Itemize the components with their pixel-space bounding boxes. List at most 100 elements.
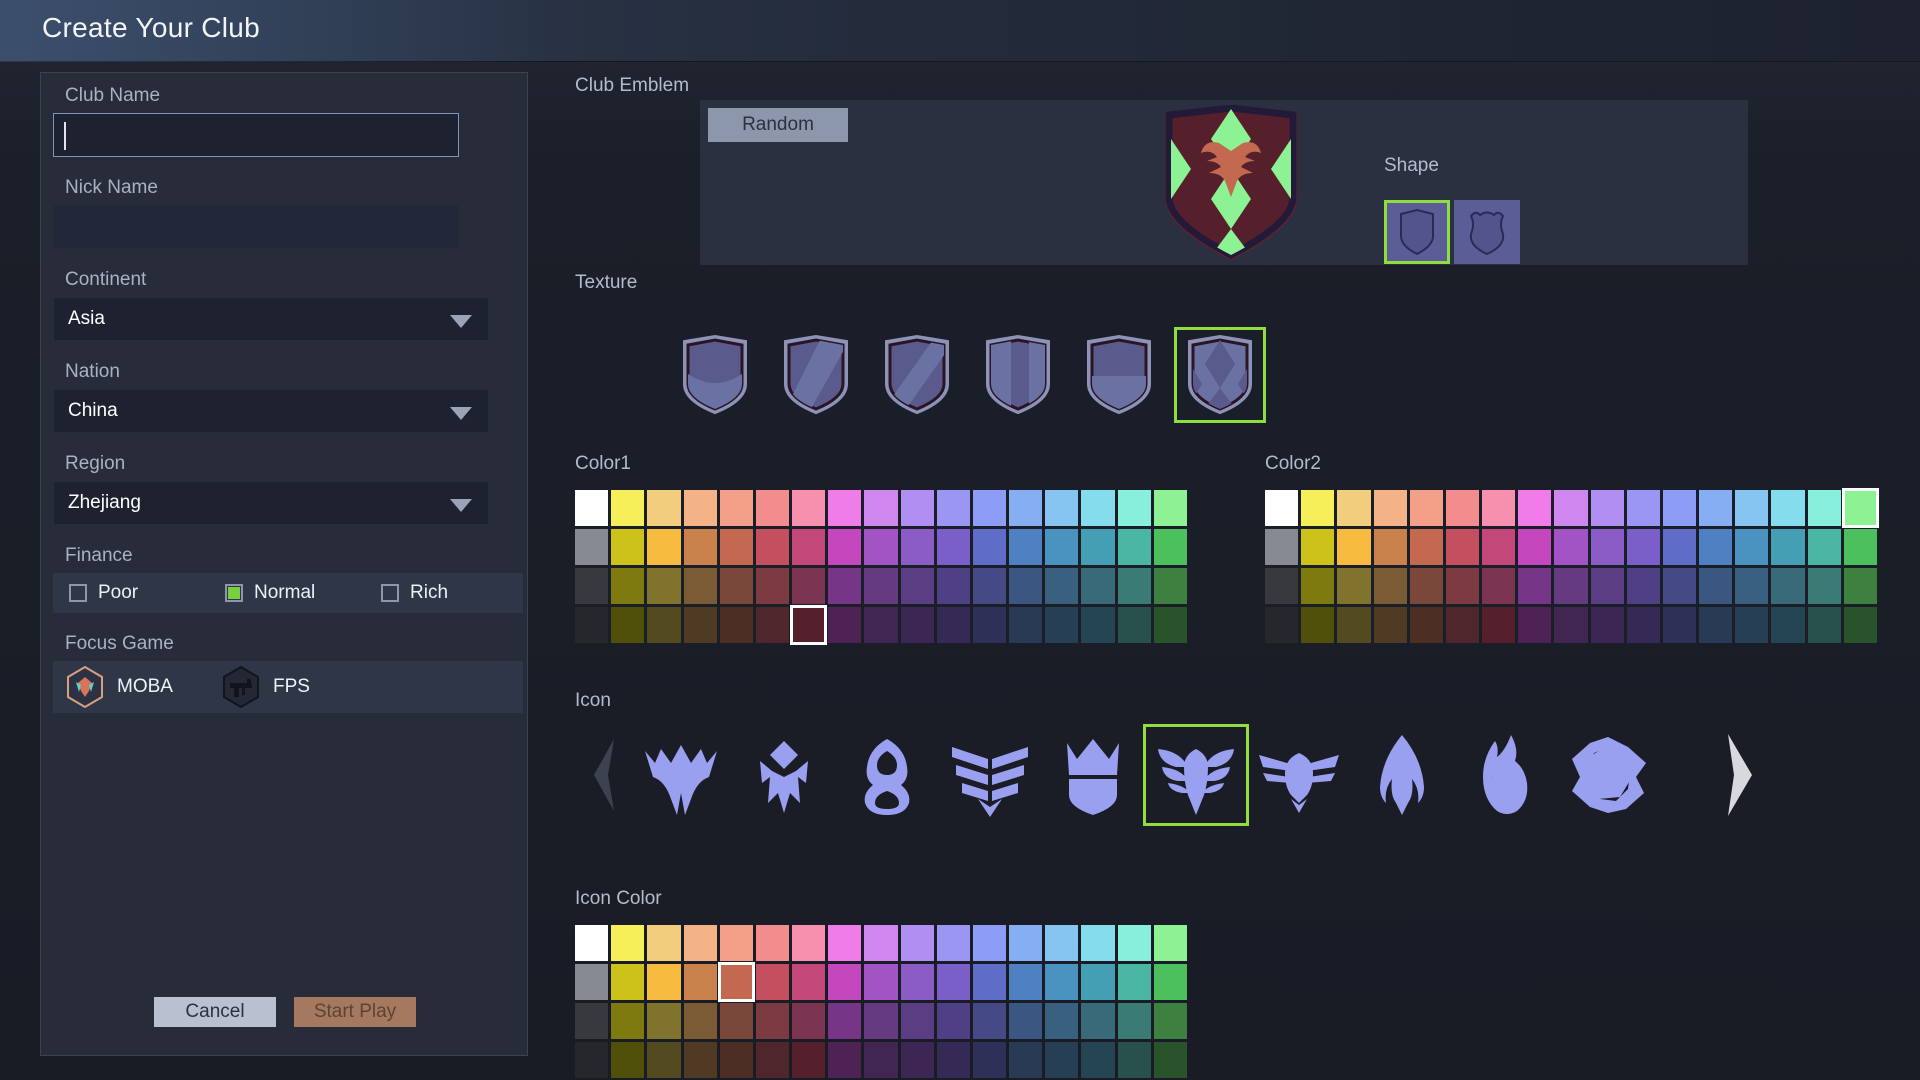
color2-swatch[interactable] [1591,568,1624,604]
start-play-button[interactable]: Start Play [294,997,416,1027]
color1-swatch[interactable] [575,607,608,643]
color2-swatch[interactable] [1410,490,1443,526]
icon-color-swatch[interactable] [575,1042,608,1078]
color2-swatch[interactable] [1337,490,1370,526]
icon-option-owl-wings-icon[interactable] [1249,727,1349,823]
color1-swatch[interactable] [647,568,680,604]
icon-color-swatch[interactable] [1045,1003,1078,1039]
color2-swatch[interactable] [1735,529,1768,565]
texture-option-horizontal-split[interactable] [1076,330,1162,420]
color2-swatch[interactable] [1265,607,1298,643]
color2-swatch[interactable] [1410,529,1443,565]
color2-swatch[interactable] [1699,529,1732,565]
icon-color-swatch[interactable] [901,1042,934,1078]
color1-swatch[interactable] [684,529,717,565]
icon-color-palette[interactable] [575,925,1187,1078]
icon-color-swatch[interactable] [1081,964,1114,1000]
color2-swatch[interactable] [1663,568,1696,604]
color1-swatch[interactable] [973,568,1006,604]
color2-swatch[interactable] [1265,568,1298,604]
color1-swatch[interactable] [720,568,753,604]
color1-swatch[interactable] [1154,529,1187,565]
color1-swatch[interactable] [792,607,825,643]
color1-palette[interactable] [575,490,1187,643]
texture-option-diagonal-thin[interactable] [874,330,960,420]
color1-swatch[interactable] [647,607,680,643]
icon-color-swatch[interactable] [575,925,608,961]
icon-color-swatch[interactable] [611,925,644,961]
color1-swatch[interactable] [937,607,970,643]
icon-color-swatch[interactable] [828,964,861,1000]
icon-color-swatch[interactable] [864,1042,897,1078]
color2-swatch[interactable] [1337,529,1370,565]
color1-swatch[interactable] [901,490,934,526]
icon-color-swatch[interactable] [647,964,680,1000]
color1-swatch[interactable] [1045,568,1078,604]
color1-swatch[interactable] [973,529,1006,565]
color1-swatch[interactable] [1009,529,1042,565]
color2-swatch[interactable] [1518,607,1551,643]
color2-swatch[interactable] [1482,490,1515,526]
icon-color-swatch[interactable] [611,1042,644,1078]
color1-swatch[interactable] [828,568,861,604]
icon-color-swatch[interactable] [937,925,970,961]
color2-swatch[interactable] [1808,568,1841,604]
club-name-input[interactable] [53,113,459,157]
color2-swatch[interactable] [1771,490,1804,526]
color1-swatch[interactable] [720,529,753,565]
color2-swatch[interactable] [1627,490,1660,526]
icon-option-chevron-wings-icon[interactable] [940,727,1040,823]
color2-swatch[interactable] [1337,607,1370,643]
icon-color-swatch[interactable] [1009,964,1042,1000]
color1-swatch[interactable] [864,607,897,643]
color1-swatch[interactable] [1081,607,1114,643]
color2-swatch[interactable] [1446,490,1479,526]
icon-color-swatch[interactable] [901,964,934,1000]
continent-select[interactable]: Asia [53,297,489,341]
color2-swatch[interactable] [1627,529,1660,565]
color2-swatch[interactable] [1844,607,1877,643]
color2-swatch[interactable] [1808,490,1841,526]
texture-option-arc[interactable] [672,330,758,420]
color1-swatch[interactable] [575,490,608,526]
color1-swatch[interactable] [792,529,825,565]
icon-option-octagon-burst-icon[interactable] [1558,727,1658,823]
icon-color-swatch[interactable] [575,1003,608,1039]
color1-swatch[interactable] [937,529,970,565]
color2-swatch[interactable] [1699,568,1732,604]
icon-color-swatch[interactable] [973,964,1006,1000]
color2-swatch[interactable] [1265,490,1298,526]
color2-swatch[interactable] [1374,568,1407,604]
chevron-down-icon[interactable] [450,499,472,512]
color2-swatch[interactable] [1446,607,1479,643]
color2-swatch[interactable] [1591,607,1624,643]
icon-color-swatch[interactable] [828,1003,861,1039]
color1-swatch[interactable] [901,607,934,643]
icon-option-crown-shield-icon[interactable] [1043,727,1143,823]
color2-swatch[interactable] [1482,568,1515,604]
icon-color-swatch[interactable] [828,1042,861,1078]
color2-swatch[interactable] [1374,490,1407,526]
color1-swatch[interactable] [864,529,897,565]
chevron-left-icon[interactable] [575,727,631,823]
icon-color-swatch[interactable] [901,1003,934,1039]
color2-swatch[interactable] [1844,529,1877,565]
color1-swatch[interactable] [647,490,680,526]
icon-color-swatch[interactable] [684,925,717,961]
icon-color-swatch[interactable] [1009,925,1042,961]
color1-swatch[interactable] [756,568,789,604]
icon-color-swatch[interactable] [864,1003,897,1039]
color1-swatch[interactable] [1081,490,1114,526]
icon-color-swatch[interactable] [575,964,608,1000]
icon-color-swatch[interactable] [1045,1042,1078,1078]
chevron-down-icon[interactable] [450,315,472,328]
icon-color-swatch[interactable] [973,925,1006,961]
color1-swatch[interactable] [611,490,644,526]
texture-option-diamond[interactable] [1177,330,1263,420]
color2-swatch[interactable] [1482,529,1515,565]
color2-swatch[interactable] [1663,607,1696,643]
color2-swatch[interactable] [1808,607,1841,643]
chevron-down-icon[interactable] [450,407,472,420]
color1-swatch[interactable] [1009,568,1042,604]
color1-swatch[interactable] [937,490,970,526]
